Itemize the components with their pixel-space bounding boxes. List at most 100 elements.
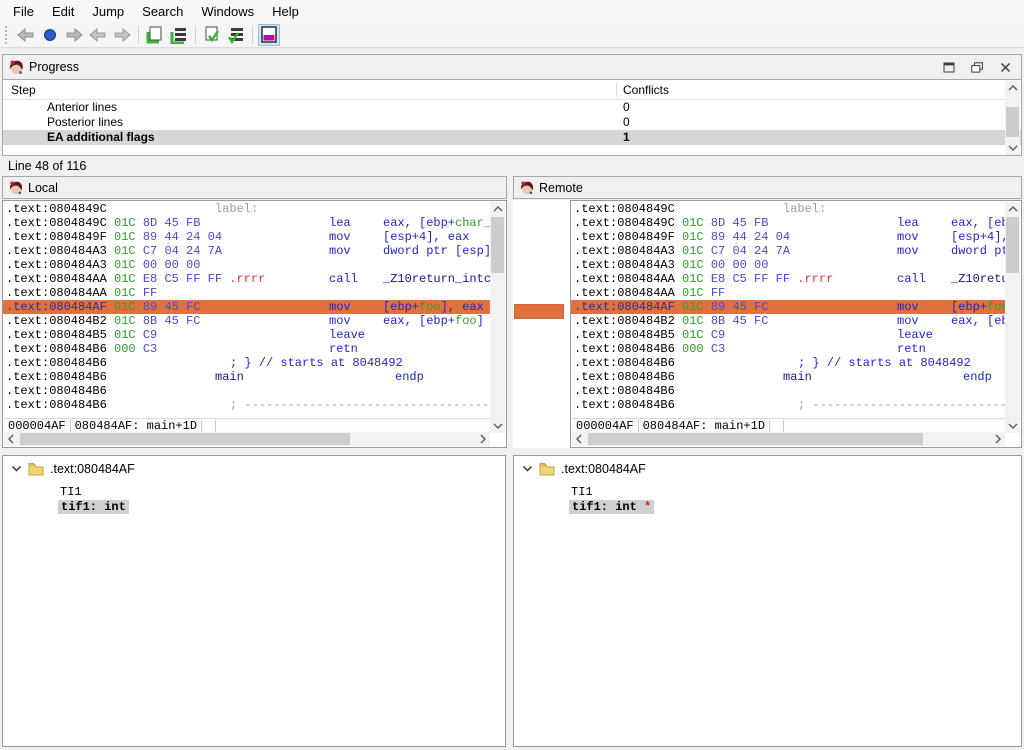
disasm-line[interactable]: .text:080484A3 01C 00 00 00	[571, 258, 1005, 272]
disasm-line[interactable]: .text:080484B5 01C C9leave	[571, 328, 1005, 342]
disasm-line[interactable]: .text:080484B6	[3, 384, 490, 398]
disasm-line[interactable]: .text:0804849C 01C 8D 45 FBleaeax, [ebp+…	[571, 216, 1005, 230]
disasm-line[interactable]: .text:080484B6; ------------------------…	[571, 398, 1005, 412]
opcode-bytes: 8D 45 FB	[704, 216, 769, 230]
scroll-up-icon[interactable]	[1005, 81, 1020, 95]
disasm-line-current[interactable]: .text:080484AF 01C 89 45 FCmov[ebp+foo],…	[571, 300, 1005, 314]
back-arrow-button[interactable]	[15, 24, 37, 46]
remote-disassembly-listing[interactable]: .text:0804849Clabel:.text:0804849C 01C 8…	[570, 200, 1022, 448]
local-vertical-scrollbar[interactable]	[490, 202, 505, 433]
scroll-right-icon[interactable]	[476, 432, 490, 446]
disasm-line[interactable]: .text:080484B2 01C 8B 45 FCmoveax, [ebp+…	[3, 314, 490, 328]
disasm-line[interactable]: .text:080484B6mainendp	[3, 370, 490, 384]
disasm-line[interactable]: .text:080484B6; ------------------------…	[3, 398, 490, 412]
merge-view-toggle-button[interactable]	[258, 24, 280, 46]
remote-panel-titlebar[interactable]: Remote	[513, 176, 1022, 199]
accept-local-doc-button[interactable]	[144, 24, 166, 46]
chevron-down-icon[interactable]	[11, 465, 22, 473]
table-header[interactable]: Step Conflicts	[3, 80, 1021, 100]
scroll-thumb[interactable]	[1006, 217, 1019, 273]
current-position-button[interactable]	[39, 24, 61, 46]
disasm-line[interactable]: .text:080484B6	[571, 384, 1005, 398]
mnemonic: call	[897, 272, 926, 286]
scroll-up-icon[interactable]	[490, 202, 505, 216]
folder-icon	[539, 462, 555, 476]
tree-node-label[interactable]: .text:080484AF	[561, 462, 646, 476]
disasm-line[interactable]: .text:080484B5 01C C9leave	[3, 328, 490, 342]
progress-row[interactable]: Anterior lines0	[3, 100, 1021, 115]
menu-edit[interactable]: Edit	[43, 2, 83, 21]
disasm-line[interactable]: .text:0804849F 01C 89 44 24 04mov[esp+4]…	[3, 230, 490, 244]
menu-windows[interactable]: Windows	[192, 2, 263, 21]
scroll-down-icon[interactable]	[1005, 141, 1020, 155]
tree-item-ti1[interactable]: TI1	[571, 485, 593, 499]
menu-search[interactable]: Search	[133, 2, 192, 21]
progress-titlebar[interactable]: Progress	[2, 54, 1022, 80]
scroll-thumb[interactable]	[20, 433, 350, 445]
tree-item-tif1[interactable]: tif1: int *	[569, 500, 654, 514]
remote-vertical-scrollbar[interactable]	[1005, 202, 1020, 433]
disasm-line[interactable]: .text:0804849F 01C 89 44 24 04mov[esp+4]…	[571, 230, 1005, 244]
forward-arrow-button[interactable]	[63, 24, 85, 46]
accept-remote-list-button[interactable]	[225, 24, 247, 46]
window-float-button[interactable]	[971, 62, 983, 73]
progress-row[interactable]: EA additional flags1	[3, 130, 1021, 145]
menu-jump[interactable]: Jump	[83, 2, 133, 21]
progress-scrollbar[interactable]	[1005, 81, 1020, 155]
disasm-line[interactable]: .text:080484B2 01C 8B 45 FCmoveax, [ebp+…	[571, 314, 1005, 328]
disasm-line[interactable]: .text:0804849C 01C 8D 45 FBleaeax, [ebp+…	[3, 216, 490, 230]
disasm-line[interactable]: .text:0804849Clabel:	[571, 202, 1005, 216]
operand-text: [esp+4], eax	[383, 230, 469, 244]
scroll-thumb[interactable]	[491, 217, 504, 273]
menu-file[interactable]: File	[4, 2, 43, 21]
tree-node-address[interactable]: .text:080484AF	[522, 462, 646, 476]
disasm-line[interactable]: .text:080484A3 01C 00 00 00	[3, 258, 490, 272]
accept-remote-doc-button[interactable]	[201, 24, 223, 46]
column-conflicts[interactable]: Conflicts	[616, 83, 669, 97]
scroll-thumb[interactable]	[1006, 107, 1019, 137]
prev-diff-button[interactable]	[87, 24, 109, 46]
remote-horizontal-scrollbar[interactable]	[572, 432, 1005, 446]
scroll-thumb[interactable]	[588, 433, 923, 445]
scroll-down-icon[interactable]	[1005, 419, 1020, 433]
disasm-line[interactable]: .text:080484AA 01C E8 C5 FF FF .rrrrcall…	[571, 272, 1005, 286]
column-step[interactable]: Step	[11, 83, 36, 97]
disasm-line-current[interactable]: .text:080484AF 01C 89 45 FCmov[ebp+foo],…	[3, 300, 490, 314]
tree-node-label[interactable]: .text:080484AF	[50, 462, 135, 476]
next-diff-button[interactable]	[111, 24, 133, 46]
window-close-button[interactable]	[999, 62, 1011, 73]
scroll-right-icon[interactable]	[991, 432, 1005, 446]
disasm-line[interactable]: .text:080484B6 000 C3retn	[571, 342, 1005, 356]
conflicts-value: 0	[623, 115, 630, 130]
scroll-left-icon[interactable]	[572, 432, 586, 446]
address: .text:080484B6	[6, 398, 107, 412]
accept-local-list-button[interactable]	[168, 24, 190, 46]
local-disassembly-listing[interactable]: .text:0804849Clabel:.text:0804849C 01C 8…	[2, 200, 507, 448]
menu-help[interactable]: Help	[263, 2, 308, 21]
scroll-left-icon[interactable]	[4, 432, 18, 446]
chevron-down-icon[interactable]	[522, 465, 533, 473]
address: .text:080484AF	[6, 300, 107, 314]
disasm-line[interactable]: .text:0804849Clabel:	[3, 202, 490, 216]
scroll-down-icon[interactable]	[490, 419, 505, 433]
disasm-line[interactable]: .text:080484AA 01C E8 C5 FF FF .rrrrcall…	[3, 272, 490, 286]
disasm-line[interactable]: .text:080484A3 01C C7 04 24 7Amovdword p…	[571, 244, 1005, 258]
address-function: 080484AF: main+1D	[71, 420, 202, 433]
disasm-line[interactable]: .text:080484B6; } // starts at 8048492	[3, 356, 490, 370]
disasm-line[interactable]: .text:080484AA 01C FF	[3, 286, 490, 300]
window-maximize-button[interactable]	[943, 62, 955, 73]
disasm-line[interactable]: .text:080484A3 01C C7 04 24 7Amovdword p…	[3, 244, 490, 258]
local-panel-titlebar[interactable]: Local	[2, 176, 507, 199]
disasm-line[interactable]: .text:080484B6mainendp	[571, 370, 1005, 384]
progress-row[interactable]: Posterior lines0	[3, 115, 1021, 130]
disasm-line[interactable]: .text:080484B6; } // starts at 8048492	[571, 356, 1005, 370]
tree-item-ti1[interactable]: TI1	[60, 485, 82, 499]
local-horizontal-scrollbar[interactable]	[4, 432, 490, 446]
tree-node-address[interactable]: .text:080484AF	[11, 462, 135, 476]
disasm-line[interactable]: .text:080484B6 000 C3retn	[3, 342, 490, 356]
toolbar-drag-handle[interactable]	[5, 26, 10, 44]
disasm-line[interactable]: .text:080484AA 01C FF	[571, 286, 1005, 300]
diff-marker[interactable]	[514, 304, 564, 319]
scroll-up-icon[interactable]	[1005, 202, 1020, 216]
tree-item-tif1[interactable]: tif1: int	[58, 500, 129, 514]
